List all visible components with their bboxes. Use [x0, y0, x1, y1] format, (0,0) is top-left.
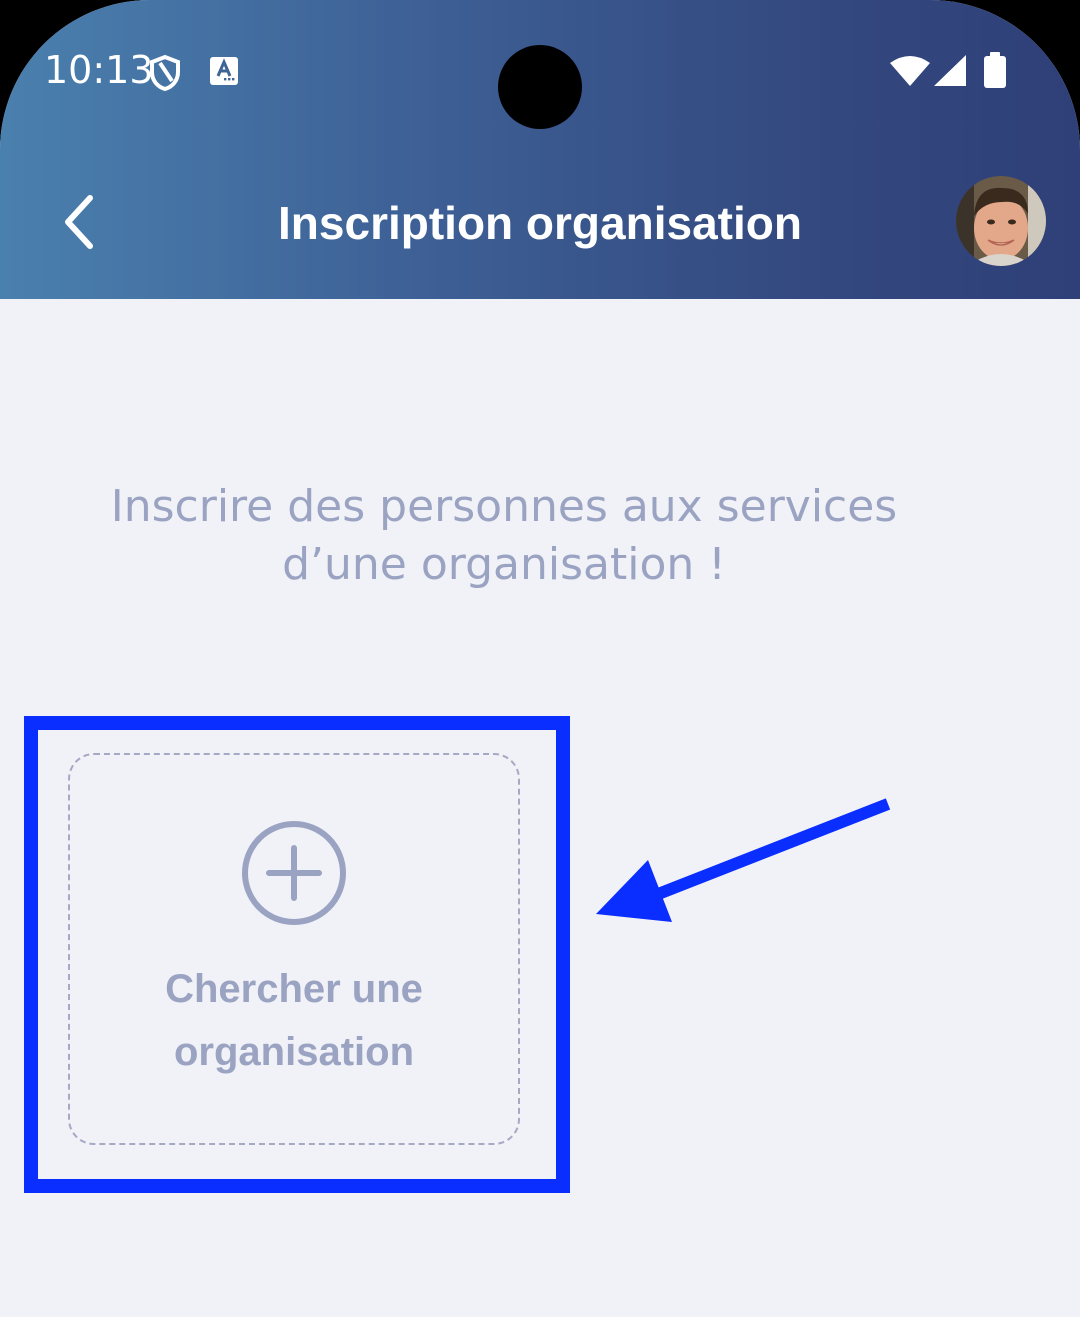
shield-icon — [150, 54, 180, 92]
search-organisation-label-line-1: Chercher une — [165, 967, 423, 1011]
camera-cutout — [498, 45, 582, 129]
status-time: 10:13 — [44, 48, 154, 92]
plus-circle-icon — [242, 821, 346, 925]
avatar-photo — [956, 176, 1046, 266]
signal-icon — [934, 55, 966, 86]
search-organisation-label-line-2: organisation — [173, 1030, 415, 1074]
user-avatar[interactable] — [956, 176, 1046, 266]
wifi-icon — [890, 56, 930, 86]
annotation-arrow-icon — [596, 798, 891, 922]
intro-line-1: Inscrire des personnes aux services — [110, 481, 898, 532]
intro-line-2: d’une organisation ! — [282, 539, 726, 590]
intro-text: Inscrire des personnes aux services d’un… — [0, 478, 1008, 594]
search-organisation-label: Chercher une organisation — [68, 958, 520, 1084]
app-screen: 10:13 Inscription organisation Inscrire … — [0, 0, 1080, 1317]
app-header: 10:13 Inscription organisation — [0, 0, 1080, 299]
battery-icon — [984, 52, 1006, 88]
text-a-icon — [210, 57, 238, 85]
search-organisation-button[interactable] — [68, 753, 520, 1145]
page-title: Inscription organisation — [278, 197, 802, 249]
